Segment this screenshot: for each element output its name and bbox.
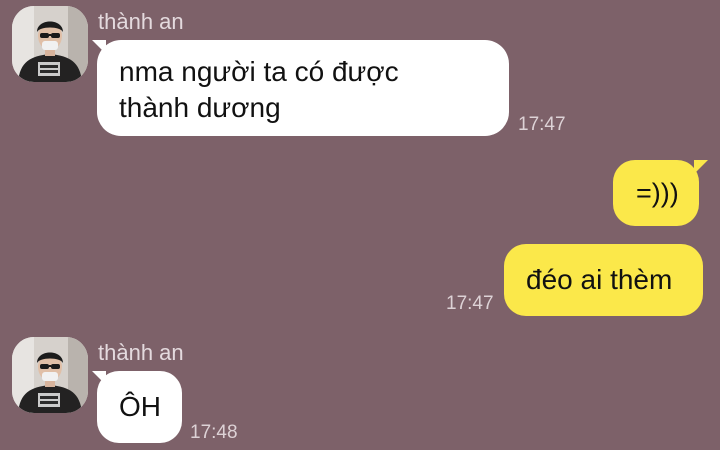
message-bubble-outgoing[interactable]: =))) (613, 160, 699, 226)
message-text: ÔH (119, 391, 161, 422)
message-text: =))) (636, 178, 679, 208)
user-avatar-photo-icon (12, 6, 88, 82)
sender-name: thành an (98, 340, 184, 365)
message-bubble-incoming[interactable]: ÔH (97, 371, 182, 443)
message-text: nma người ta có được (119, 56, 399, 87)
sender-avatar[interactable] (12, 337, 88, 413)
message-bubble-outgoing[interactable]: đéo ai thèm (504, 244, 703, 316)
message-bubble-incoming[interactable]: nma người ta có được thành dương (97, 40, 509, 136)
chat-message-list[interactable]: thành an nma người ta có được thành dươn… (0, 0, 720, 450)
message-timestamp: 17:47 (518, 114, 566, 135)
message-timestamp: 17:47 (446, 293, 494, 314)
message-timestamp: 17:48 (190, 422, 238, 443)
sender-name: thành an (98, 9, 184, 34)
message-text: thành dương (119, 92, 281, 123)
sender-avatar[interactable] (12, 6, 88, 82)
user-avatar-photo-icon (12, 337, 88, 413)
message-text: đéo ai thèm (526, 264, 673, 295)
